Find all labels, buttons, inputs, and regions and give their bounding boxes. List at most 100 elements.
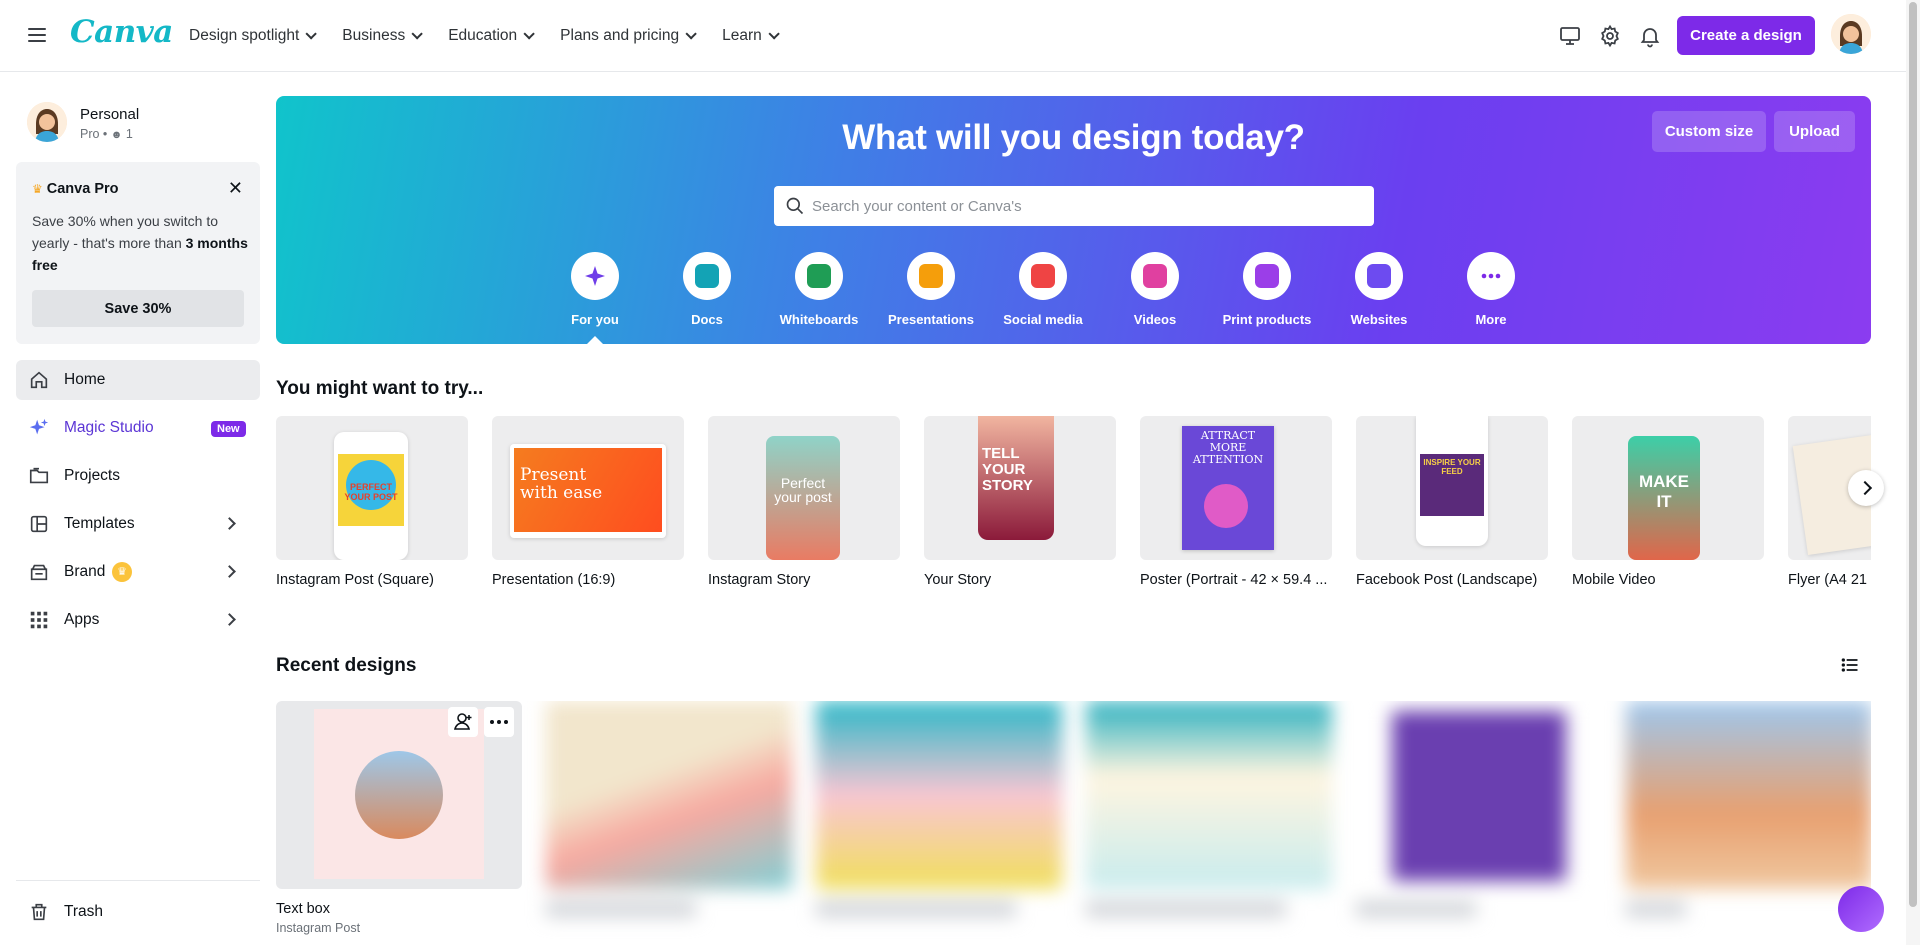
nav-plans-and-pricing[interactable]: Plans and pricing	[560, 27, 697, 45]
template-label: Your Story	[924, 572, 992, 588]
template-card[interactable]: TELL YOUR STORY Your Story	[924, 416, 1116, 588]
nav-label: Learn	[722, 27, 762, 44]
category-label: For you	[571, 312, 619, 327]
hero-banner: What will you design today? Custom size …	[276, 96, 1871, 344]
recent-design-card[interactable]: Text box Instagram Post	[276, 701, 522, 935]
help-assistant-button[interactable]	[1838, 886, 1884, 932]
chevron-down-icon	[305, 28, 318, 40]
design-thumbnail	[816, 701, 1062, 889]
nav-design-spotlight[interactable]: Design spotlight	[189, 27, 318, 45]
presentations-icon	[907, 252, 955, 300]
category-social-media[interactable]: Social media	[988, 252, 1098, 327]
nav-label: Design spotlight	[189, 27, 300, 44]
close-icon[interactable]: ✕	[228, 178, 243, 199]
sidebar-item-label: Trash	[64, 903, 104, 920]
sidebar-item-label: Templates	[64, 515, 135, 532]
design-categories: For you Docs Whiteboards Presentations S…	[571, 252, 1555, 344]
category-print-products[interactable]: Print products	[1212, 252, 1322, 327]
design-thumbnail	[546, 701, 792, 889]
selected-category-indicator	[586, 336, 604, 344]
recent-design-card[interactable]	[816, 701, 1062, 917]
category-whiteboards[interactable]: Whiteboards	[764, 252, 874, 327]
design-thumbnail	[1626, 701, 1871, 889]
category-label: Websites	[1350, 312, 1408, 327]
nav-label: Plans and pricing	[560, 27, 680, 44]
category-for-you[interactable]: For you	[540, 252, 650, 327]
sidebar-menu: Home Magic Studio New Projects Templates…	[16, 360, 260, 648]
share-people-icon[interactable]	[448, 707, 478, 737]
search-input[interactable]	[812, 186, 1362, 226]
template-card[interactable]: MAKE IT Mobile Video	[1572, 416, 1764, 588]
avatar-illustration-icon	[27, 102, 67, 142]
recent-design-card[interactable]	[1356, 701, 1602, 917]
canva-pro-promo: ♛ Canva Pro ✕ Save 30% when you switch to…	[16, 162, 260, 344]
sidebar-item-trash[interactable]: Trash	[16, 892, 260, 932]
category-videos[interactable]: Videos	[1100, 252, 1210, 327]
design-thumbnail	[276, 701, 522, 889]
category-more[interactable]: More	[1436, 252, 1546, 327]
template-thumbnail: Present with ease	[492, 416, 684, 560]
promo-title: ♛ Canva Pro	[32, 181, 119, 197]
template-card[interactable]: Perfect your post Instagram Story	[708, 416, 900, 588]
for-you-icon	[571, 252, 619, 300]
sidebar-item-label: Magic Studio	[64, 419, 154, 436]
thumbnail-text: TELL YOUR STORY	[982, 445, 1033, 494]
carousel-next-arrow-icon[interactable]	[1848, 470, 1884, 506]
brand-icon	[30, 564, 48, 581]
desktop-app-icon[interactable]	[1558, 24, 1582, 48]
sidebar-item-projects[interactable]: Projects	[16, 456, 260, 496]
save-30-button[interactable]: Save 30%	[32, 290, 244, 327]
notifications-bell-icon[interactable]	[1638, 24, 1662, 48]
promo-title-text: Canva Pro	[46, 181, 119, 197]
more-options-icon[interactable]	[484, 707, 514, 737]
template-thumbnail: MAKE IT	[1572, 416, 1764, 560]
account-switcher[interactable]: Personal Pro • ☻ 1	[27, 102, 257, 152]
sidebar-item-magic-studio[interactable]: Magic Studio New	[16, 408, 260, 448]
design-type: Instagram Post	[276, 921, 361, 935]
category-label: Social media	[1003, 312, 1083, 327]
profile-avatar	[27, 102, 67, 142]
home-icon	[30, 371, 48, 389]
menu-icon[interactable]	[26, 25, 48, 47]
template-card[interactable]: PERFECT YOUR POST Instagram Post (Square…	[276, 416, 468, 588]
sidebar-item-label: Apps	[64, 611, 100, 628]
template-thumbnail: PERFECT YOUR POST	[276, 416, 468, 560]
template-label: Presentation (16:9)	[492, 572, 616, 588]
category-presentations[interactable]: Presentations	[876, 252, 986, 327]
list-view-icon[interactable]	[1840, 655, 1860, 675]
recent-designs-grid: Text box Instagram Post	[276, 701, 1871, 945]
apps-grid-icon	[30, 611, 48, 629]
category-websites[interactable]: Websites	[1324, 252, 1434, 327]
template-card[interactable]: ATTRACT MORE ATTENTION Poster (Portrait …	[1140, 416, 1332, 588]
account-name: Personal	[80, 106, 140, 123]
custom-size-button[interactable]: Custom size	[1652, 111, 1766, 152]
settings-gear-icon[interactable]	[1598, 24, 1622, 48]
template-card[interactable]: INSPIRE YOUR FEED Facebook Post (Landsca…	[1356, 416, 1548, 588]
sidebar-divider	[16, 880, 260, 881]
nav-business[interactable]: Business	[342, 27, 423, 45]
template-card[interactable]: Present with ease Presentation (16:9)	[492, 416, 684, 588]
sidebar-item-apps[interactable]: Apps	[16, 600, 260, 640]
chevron-right-icon	[223, 517, 236, 530]
sidebar-item-brand[interactable]: Brand ♛	[16, 552, 260, 592]
canva-logo[interactable]: Canva	[70, 14, 173, 50]
recent-design-card[interactable]	[546, 701, 792, 917]
category-label: Presentations	[888, 312, 974, 327]
user-avatar[interactable]	[1831, 14, 1871, 54]
social-media-heart-icon	[1019, 252, 1067, 300]
category-docs[interactable]: Docs	[652, 252, 762, 327]
recent-design-card[interactable]	[1626, 701, 1871, 917]
upload-button[interactable]: Upload	[1774, 111, 1855, 152]
sidebar-item-templates[interactable]: Templates	[16, 504, 260, 544]
nav-learn[interactable]: Learn	[722, 27, 780, 45]
scrollbar-thumb[interactable]	[1909, 2, 1917, 907]
sidebar-item-home[interactable]: Home	[16, 360, 260, 400]
create-a-design-button[interactable]: Create a design	[1677, 16, 1815, 55]
page-scrollbar[interactable]	[1906, 0, 1920, 945]
sparkle-icon	[29, 418, 49, 435]
search-bar[interactable]	[774, 186, 1374, 226]
recent-design-card[interactable]	[1086, 701, 1332, 917]
template-thumbnail: INSPIRE YOUR FEED	[1356, 416, 1548, 560]
nav-education[interactable]: Education	[448, 27, 535, 45]
design-title: Text box	[276, 901, 330, 917]
